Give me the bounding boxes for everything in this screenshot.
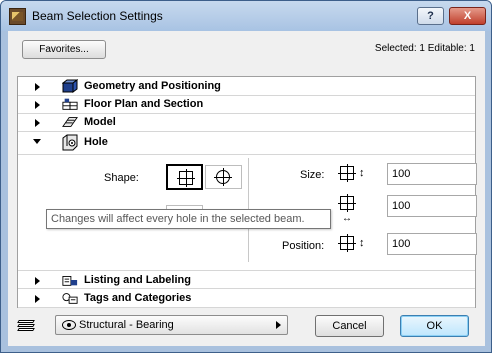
layer-dropdown[interactable]: Structural - Bearing bbox=[55, 315, 288, 335]
size-width-icon bbox=[338, 164, 356, 182]
section-floor-plan-and-section[interactable]: Floor Plan and Section bbox=[18, 95, 475, 114]
close-button[interactable]: X bbox=[449, 7, 486, 25]
ok-button[interactable]: OK bbox=[400, 315, 469, 337]
section-label: Geometry and Positioning bbox=[84, 80, 221, 92]
settings-panel: Geometry and Positioning Floor Plan and … bbox=[17, 76, 477, 308]
selection-count: Selected: 1 Editable: 1 bbox=[374, 43, 475, 54]
section-label: Hole bbox=[84, 136, 108, 148]
expand-arrow-icon[interactable] bbox=[35, 83, 40, 91]
position-icon-button[interactable]: ↕ bbox=[334, 232, 371, 254]
position-icon bbox=[338, 234, 356, 252]
listing-icon bbox=[62, 275, 78, 286]
warning-tooltip: Changes will affect every hole in the se… bbox=[46, 209, 331, 229]
eye-icon bbox=[62, 320, 76, 330]
section-model[interactable]: Model bbox=[18, 113, 475, 132]
circle-hole-icon bbox=[214, 168, 232, 186]
model-icon bbox=[62, 117, 78, 127]
dropdown-arrow-icon bbox=[276, 321, 281, 329]
archicad-app-icon bbox=[9, 8, 26, 25]
hole-icon bbox=[62, 134, 78, 151]
title-bar[interactable]: Beam Selection Settings ? X bbox=[1, 1, 491, 31]
floor-plan-icon bbox=[62, 98, 78, 110]
section-hole[interactable]: Hole bbox=[18, 131, 475, 155]
cancel-button[interactable]: Cancel bbox=[315, 315, 384, 337]
favorites-button[interactable]: Favorites... bbox=[22, 40, 106, 59]
section-geometry-and-positioning[interactable]: Geometry and Positioning bbox=[18, 77, 475, 96]
section-label: Tags and Categories bbox=[84, 292, 192, 304]
layer-sheet bbox=[17, 328, 35, 331]
size-height-input[interactable]: 100 bbox=[387, 195, 477, 217]
size-height-icon bbox=[338, 194, 356, 212]
position-label: Position: bbox=[282, 240, 325, 252]
expand-arrow-icon[interactable] bbox=[35, 119, 40, 127]
geometry-icon bbox=[62, 79, 78, 93]
expand-arrow-icon[interactable] bbox=[35, 277, 40, 285]
layer-sheet bbox=[17, 324, 35, 327]
section-label: Floor Plan and Section bbox=[84, 98, 204, 110]
vertical-arrows-icon: ↕ bbox=[359, 237, 365, 249]
shape-label: Shape: bbox=[104, 172, 139, 184]
rectangle-hole-icon bbox=[177, 169, 195, 187]
circular-shape-button[interactable] bbox=[205, 165, 242, 189]
size-height-icon-button[interactable]: ↔ bbox=[334, 194, 371, 224]
layer-value: Structural - Bearing bbox=[79, 319, 174, 331]
horizontal-arrows-icon: ↔ bbox=[342, 213, 352, 224]
layer-icon[interactable] bbox=[17, 319, 38, 332]
expand-arrow-icon[interactable] bbox=[35, 101, 40, 109]
dialog-content: Favorites... Selected: 1 Editable: 1 Geo… bbox=[8, 31, 485, 346]
size-label: Size: bbox=[300, 169, 325, 181]
help-button[interactable]: ? bbox=[417, 7, 444, 25]
collapse-arrow-icon[interactable] bbox=[33, 139, 41, 144]
section-label: Model bbox=[84, 116, 116, 128]
section-tags-and-categories[interactable]: Tags and Categories bbox=[18, 289, 475, 308]
size-width-input[interactable]: 100 bbox=[387, 163, 477, 185]
position-input[interactable]: 100 bbox=[387, 233, 477, 255]
dialog-title: Beam Selection Settings bbox=[32, 9, 163, 23]
tags-icon bbox=[62, 293, 78, 304]
layer-sheet bbox=[17, 320, 35, 323]
vertical-arrows-icon: ↕ bbox=[359, 167, 365, 179]
dialog-window: Beam Selection Settings ? X Favorites...… bbox=[0, 0, 492, 353]
rectangular-shape-button[interactable] bbox=[166, 164, 203, 190]
section-label: Listing and Labeling bbox=[84, 274, 191, 286]
size-width-icon-button[interactable]: ↕ bbox=[334, 162, 371, 184]
expand-arrow-icon[interactable] bbox=[35, 295, 40, 303]
section-listing-and-labeling[interactable]: Listing and Labeling bbox=[18, 270, 475, 289]
